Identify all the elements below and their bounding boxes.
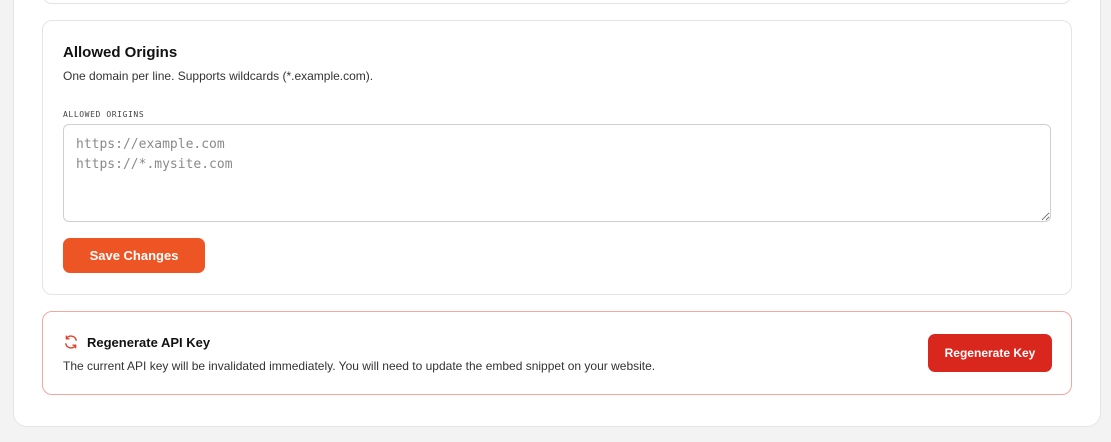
refresh-icon bbox=[65, 335, 77, 349]
save-changes-button[interactable]: Save Changes bbox=[63, 238, 205, 273]
previous-settings-card bbox=[42, 0, 1072, 4]
regenerate-api-key-card: Regenerate API Key The current API key w… bbox=[42, 311, 1072, 395]
allowed-origins-title: Allowed Origins bbox=[63, 44, 178, 61]
regenerate-api-key-title: Regenerate API Key bbox=[87, 335, 211, 350]
allowed-origins-card: Allowed Origins One domain per line. Sup… bbox=[42, 20, 1072, 295]
allowed-origins-field-label: ALLOWED ORIGINS bbox=[63, 110, 145, 119]
regenerate-api-key-description: The current API key will be invalidated … bbox=[63, 359, 656, 373]
regenerate-key-button[interactable]: Regenerate Key bbox=[928, 334, 1052, 372]
allowed-origins-textarea[interactable] bbox=[63, 124, 1051, 222]
allowed-origins-description: One domain per line. Supports wildcards … bbox=[63, 69, 374, 83]
